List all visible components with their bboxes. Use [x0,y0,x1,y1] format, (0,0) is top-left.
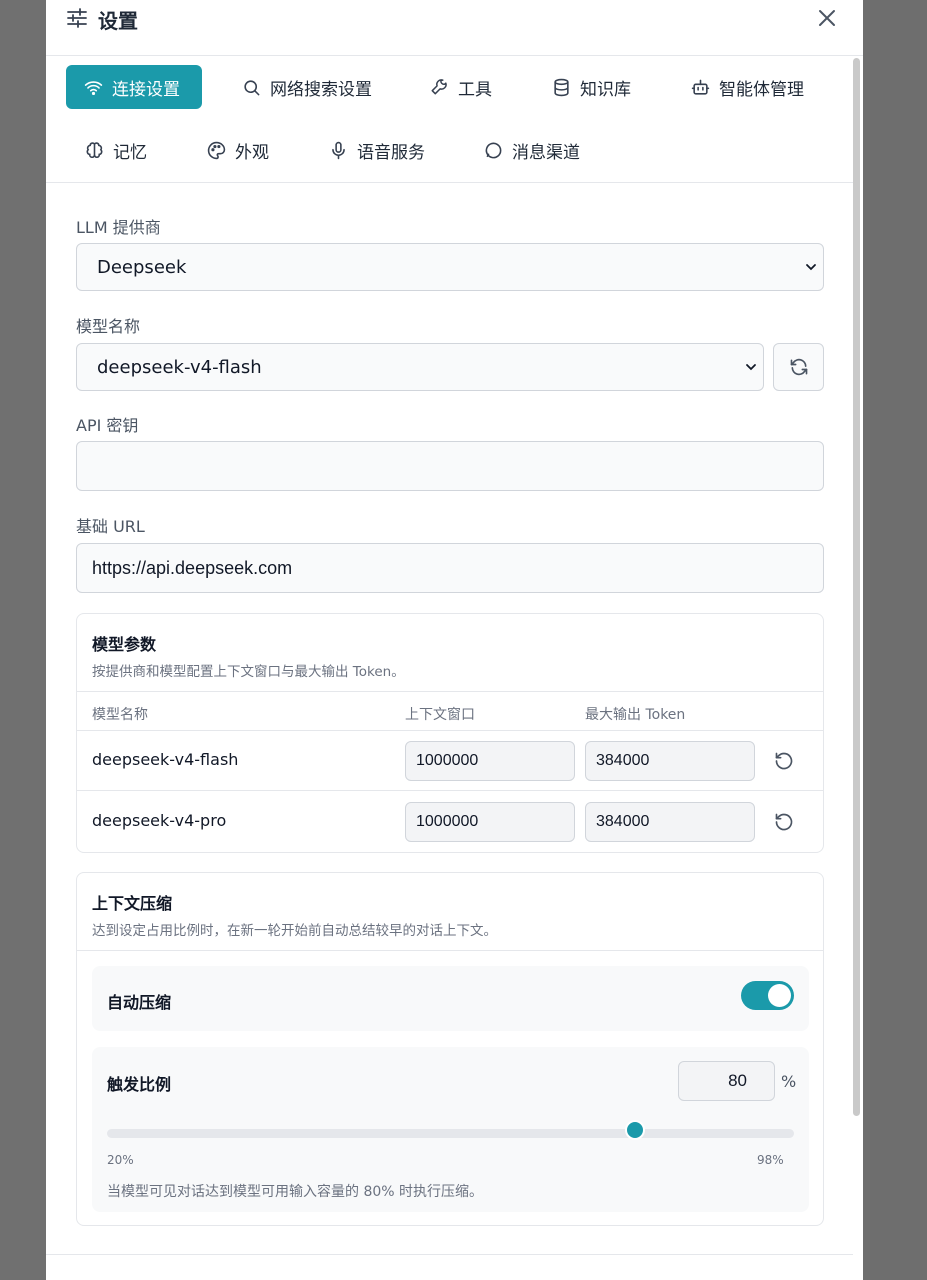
auto-compress-panel: 自动压缩 [92,966,809,1031]
compression-card: 上下文压缩 达到设定占用比例时，在新一轮开始前自动总结较早的对话上下文。 自动压… [76,872,824,1226]
bot-icon [691,79,710,95]
tab-label: 记忆 [113,142,147,163]
trigger-ratio-input[interactable] [678,1061,775,1101]
model-params-description: 按提供商和模型配置上下文窗口与最大输出 Token。 [92,664,405,680]
modal-header: 设置 [46,0,863,56]
tab-appearance[interactable]: 外观 [189,128,287,172]
search-icon [244,79,260,95]
model-select[interactable]: deepseek-v4-flash [76,343,764,391]
base-url-label: 基础 URL [76,517,145,536]
tab-label: 工具 [458,79,492,100]
sliders-icon [67,8,87,28]
tab-label: 连接设置 [112,79,180,100]
table-row: deepseek-v4-flash [77,731,823,791]
scrollbar[interactable] [853,58,860,1116]
close-icon[interactable] [815,6,839,30]
context-window-input[interactable] [405,802,575,842]
provider-value: Deepseek [97,256,187,278]
tab-memory[interactable]: 记忆 [67,128,165,172]
max-output-input[interactable] [585,802,755,842]
column-header: 上下文窗口 [405,707,475,723]
table-row: deepseek-v4-pro [77,792,823,852]
tab-agent-management[interactable]: 智能体管理 [673,65,822,109]
database-icon [554,78,569,96]
provider-select[interactable]: Deepseek [76,243,824,291]
model-name-cell: deepseek-v4-flash [92,750,239,769]
tab-label: 网络搜索设置 [270,79,372,100]
percent-unit: % [781,1072,797,1091]
model-params-title: 模型参数 [92,635,157,654]
backdrop-left [0,0,46,1280]
column-header: 最大输出 Token [585,707,686,723]
refresh-models-button[interactable] [773,343,824,391]
modal-title: 设置 [98,9,138,33]
reset-icon[interactable] [774,751,794,771]
model-params-card: 模型参数 按提供商和模型配置上下文窗口与最大输出 Token。 模型名称 上下文… [76,613,824,853]
max-output-input[interactable] [585,741,755,781]
wifi-icon [84,80,103,95]
trigger-ratio-panel: 触发比例 % 20% 98% 当模型可见对话达到模型可用输入容量的 80% 时执… [92,1047,809,1212]
model-label: 模型名称 [76,317,141,336]
palette-icon [207,141,226,159]
base-url-input[interactable] [76,543,824,593]
api-key-input[interactable] [76,441,824,491]
reset-icon[interactable] [774,812,794,832]
tab-label: 智能体管理 [719,79,804,100]
compression-title: 上下文压缩 [92,894,173,913]
chat-icon [485,142,502,158]
auto-compress-label: 自动压缩 [107,993,172,1012]
tab-tools[interactable]: 工具 [412,65,510,109]
column-header: 模型名称 [92,707,148,723]
tab-label: 外观 [235,142,269,163]
tab-label: 语音服务 [357,142,425,163]
compression-hint: 当模型可见对话达到模型可用输入容量的 80% 时执行压缩。 [107,1184,484,1200]
chevron-down-icon [806,264,816,271]
tab-message-channels[interactable]: 消息渠道 [466,128,598,172]
refresh-icon [790,358,807,376]
wrench-icon [431,78,447,94]
tab-voice-service[interactable]: 语音服务 [311,128,443,172]
model-value: deepseek-v4-flash [97,356,262,378]
brain-icon [86,141,103,158]
provider-label: LLM 提供商 [76,218,161,237]
trigger-ratio-label: 触发比例 [107,1075,172,1094]
tab-knowledge-base[interactable]: 知识库 [534,65,649,109]
settings-modal: 设置 连接设置 网络搜索设置 工具 知识库 智能体管理 记忆 外观 语音服务 消… [46,0,863,1280]
slider-max-label: 98% [757,1153,784,1167]
model-name-cell: deepseek-v4-pro [92,811,227,830]
table-header: 模型名称 上下文窗口 最大输出 Token [77,691,823,731]
divider [77,950,823,951]
mic-icon [332,141,345,159]
auto-compress-toggle[interactable] [741,981,794,1010]
settings-tabs: 连接设置 网络搜索设置 工具 知识库 智能体管理 记忆 外观 语音服务 消息渠道 [46,56,853,183]
footer-divider [46,1254,853,1255]
trigger-ratio-slider[interactable] [107,1129,794,1138]
tab-connection[interactable]: 连接设置 [66,65,202,109]
context-window-input[interactable] [405,741,575,781]
tab-label: 消息渠道 [512,142,580,163]
toggle-knob [768,984,791,1007]
chevron-down-icon [746,364,756,371]
tab-web-search[interactable]: 网络搜索设置 [224,65,390,109]
api-key-label: API 密钥 [76,416,139,435]
slider-min-label: 20% [107,1153,134,1167]
tab-label: 知识库 [580,79,631,100]
compression-description: 达到设定占用比例时，在新一轮开始前自动总结较早的对话上下文。 [92,923,497,939]
